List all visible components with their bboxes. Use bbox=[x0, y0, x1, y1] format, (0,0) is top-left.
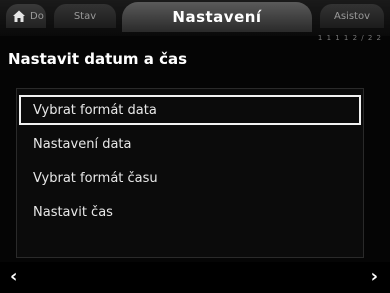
tab-home-label: Do bbox=[30, 10, 44, 22]
menu-item-time-format[interactable]: Vybrat formát času bbox=[19, 163, 361, 193]
bottom-bar: ‹ › bbox=[0, 262, 390, 293]
menu-item-label: Vybrat formát času bbox=[33, 170, 158, 186]
menu-item-label: Vybrat formát data bbox=[33, 102, 157, 118]
tab-home[interactable]: Do bbox=[6, 4, 46, 28]
tab-settings[interactable]: Nastavení bbox=[122, 2, 312, 32]
menu-item-date-format[interactable]: Vybrat formát data bbox=[19, 95, 361, 125]
screen: Do Stav Nastavení Asistov 1 1 1 1 2 / 2 … bbox=[0, 0, 390, 293]
tab-status-label: Stav bbox=[73, 10, 97, 22]
tab-bar: Do Stav Nastavení Asistov bbox=[0, 0, 390, 36]
page-title: Nastavit datum a čas bbox=[8, 50, 188, 68]
tab-settings-label: Nastavení bbox=[172, 8, 262, 26]
menu-item-label: Nastavení data bbox=[33, 136, 132, 152]
page-indicator: 1 1 1 1 2 / 2 2 bbox=[317, 34, 382, 42]
tab-assist-label: Asistov bbox=[334, 10, 370, 22]
menu-item-label: Nastavit čas bbox=[33, 204, 113, 220]
menu-list: Vybrat formát data Nastavení data Vybrat… bbox=[16, 88, 364, 258]
chevron-right-icon[interactable]: › bbox=[371, 268, 378, 286]
chevron-left-icon[interactable]: ‹ bbox=[10, 268, 17, 286]
menu-item-set-time[interactable]: Nastavit čas bbox=[19, 197, 361, 227]
menu-item-set-date[interactable]: Nastavení data bbox=[19, 129, 361, 159]
tab-status[interactable]: Stav bbox=[54, 4, 116, 28]
tab-assist[interactable]: Asistov bbox=[320, 4, 384, 28]
home-icon bbox=[13, 10, 25, 22]
